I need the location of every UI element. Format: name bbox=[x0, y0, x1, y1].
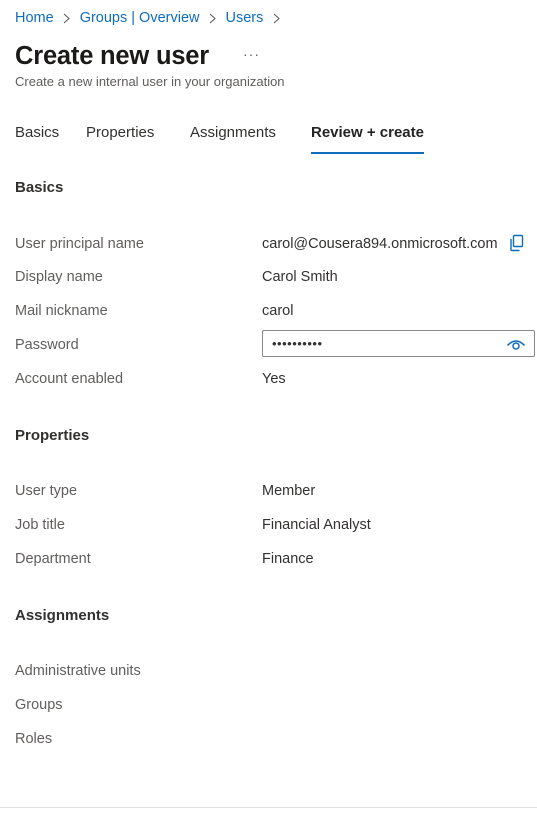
active-tab-indicator bbox=[311, 152, 424, 154]
copy-icon[interactable] bbox=[507, 233, 527, 253]
section-title-properties: Properties bbox=[15, 427, 90, 444]
page-subtitle: Create a new internal user in your organ… bbox=[15, 74, 285, 89]
row-user-type: User type Member bbox=[15, 483, 535, 505]
tab-bar: Basics Properties Assignments Review + c… bbox=[15, 120, 515, 154]
tab-review-create-label: Review + create bbox=[311, 124, 424, 141]
breadcrumb-groups-overview[interactable]: Groups | Overview bbox=[80, 10, 200, 26]
row-mail-nickname: Mail nickname carol bbox=[15, 303, 535, 325]
eye-icon[interactable] bbox=[506, 338, 526, 352]
tab-assignments[interactable]: Assignments bbox=[190, 124, 276, 152]
password-label: Password bbox=[15, 337, 79, 353]
job-title-value: Financial Analyst bbox=[262, 517, 371, 533]
user-type-label: User type bbox=[15, 483, 78, 499]
account-enabled-label: Account enabled bbox=[15, 371, 124, 387]
title-row: Create new user ··· bbox=[15, 38, 264, 74]
tab-properties[interactable]: Properties bbox=[86, 124, 154, 152]
footer-divider bbox=[0, 807, 537, 808]
administrative-units-label: Administrative units bbox=[15, 663, 141, 679]
user-type-value: Member bbox=[262, 483, 316, 499]
groups-label: Groups bbox=[15, 697, 63, 713]
tab-review-create[interactable]: Review + create bbox=[311, 124, 424, 154]
section-title-assignments: Assignments bbox=[15, 607, 110, 624]
account-enabled-value: Yes bbox=[262, 371, 286, 387]
display-name-label: Display name bbox=[15, 269, 103, 285]
row-job-title: Job title Financial Analyst bbox=[15, 517, 535, 539]
roles-label: Roles bbox=[15, 731, 53, 747]
mail-nickname-value: carol bbox=[262, 303, 294, 319]
chevron-right-icon bbox=[54, 13, 80, 24]
page-title: Create new user bbox=[15, 41, 210, 70]
upn-value: carol@Cousera894.onmicrosoft.com bbox=[262, 236, 498, 252]
row-department: Department Finance bbox=[15, 551, 535, 573]
row-display-name: Display name Carol Smith bbox=[15, 269, 535, 291]
department-value: Finance bbox=[262, 551, 314, 567]
upn-label: User principal name bbox=[15, 236, 144, 252]
job-title-label: Job title bbox=[15, 517, 65, 533]
row-user-principal-name: User principal name carol@Cousera894.onm… bbox=[15, 233, 535, 258]
row-account-enabled: Account enabled Yes bbox=[15, 371, 535, 393]
chevron-right-icon bbox=[200, 13, 226, 24]
breadcrumb-home[interactable]: Home bbox=[15, 10, 54, 26]
tab-basics[interactable]: Basics bbox=[15, 124, 59, 152]
display-name-value: Carol Smith bbox=[262, 269, 338, 285]
row-password: Password •••••••••• bbox=[15, 330, 535, 359]
password-field[interactable]: •••••••••• bbox=[262, 330, 535, 357]
chevron-right-icon bbox=[263, 13, 289, 24]
department-label: Department bbox=[15, 551, 91, 567]
mail-nickname-label: Mail nickname bbox=[15, 303, 108, 319]
row-groups: Groups bbox=[15, 697, 535, 719]
breadcrumb: Home Groups | Overview Users bbox=[15, 8, 289, 28]
row-administrative-units: Administrative units bbox=[15, 663, 535, 685]
row-roles: Roles bbox=[15, 731, 535, 753]
password-value: •••••••••• bbox=[272, 336, 323, 351]
more-options-button[interactable]: ··· bbox=[239, 45, 264, 63]
breadcrumb-users[interactable]: Users bbox=[226, 10, 264, 26]
section-title-basics: Basics bbox=[15, 179, 64, 196]
